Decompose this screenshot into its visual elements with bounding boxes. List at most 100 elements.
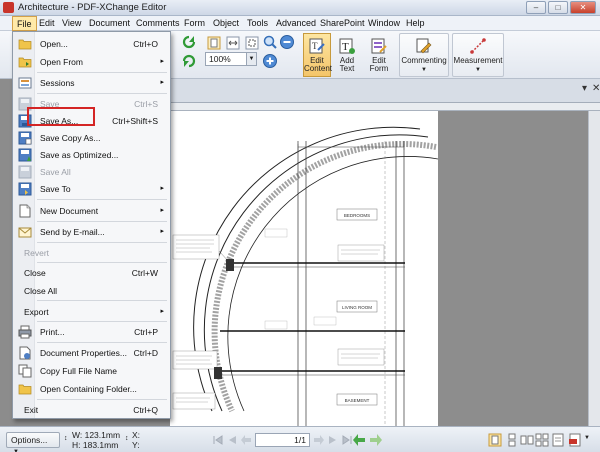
document-view[interactable]: BEDROOMS LIVING ROOM BASEMENT: [170, 111, 595, 426]
menu-window[interactable]: Window: [368, 18, 400, 28]
fit-page-status-icon[interactable]: [551, 433, 565, 447]
menu-item-sessions[interactable]: Sessions ▸: [14, 74, 170, 92]
menu-item-shortcut: Ctrl+O: [133, 39, 158, 49]
width-readout: W: 123.1mm: [72, 430, 121, 440]
menu-item-open[interactable]: Open... Ctrl+O: [14, 35, 170, 53]
zoom-in-icon[interactable]: [262, 53, 278, 69]
fit-page-icon[interactable]: [206, 35, 222, 51]
vertical-scrollbar[interactable]: [588, 111, 600, 426]
menu-sharepoint[interactable]: SharePoint: [320, 18, 365, 28]
commenting-dropdown-button[interactable]: Commenting ▼: [399, 33, 449, 77]
new-document-icon: [19, 204, 31, 218]
options-button[interactable]: Options... ▼: [6, 432, 60, 452]
menu-item-close[interactable]: Close Ctrl+W: [14, 264, 170, 282]
edit-content-icon: T: [309, 38, 325, 54]
next-page-icon[interactable]: [327, 434, 339, 446]
commenting-icon: [416, 38, 432, 54]
measurement-dropdown-button[interactable]: Measurement ▼: [452, 33, 504, 77]
menu-tools[interactable]: Tools: [247, 18, 268, 28]
sessions-icon: [18, 77, 32, 89]
menu-view[interactable]: View: [62, 18, 81, 28]
menu-separator: [37, 242, 167, 243]
menu-item-label: Send by E-mail...: [40, 227, 105, 237]
zoom-out-icon[interactable]: [279, 34, 295, 50]
menu-item-label: Open Containing Folder...: [40, 384, 137, 394]
menu-edit[interactable]: Edit: [39, 18, 55, 28]
close-document-icon[interactable]: ✕: [592, 83, 600, 94]
previous-page-icon[interactable]: [226, 434, 238, 446]
menu-help[interactable]: Help: [406, 18, 425, 28]
menu-item-new-document[interactable]: New Document ▸: [14, 202, 170, 220]
printer-icon: [18, 325, 32, 339]
menu-item-shortcut: Ctrl+S: [134, 99, 158, 109]
rotate-clockwise-icon[interactable]: [181, 34, 197, 50]
menu-item-document-properties[interactable]: Document Properties... Ctrl+D: [14, 344, 170, 362]
edit-form-label-2: Form: [369, 64, 389, 73]
continuous-facing-layout-icon[interactable]: [535, 433, 549, 447]
menu-item-close-all[interactable]: Close All: [14, 282, 170, 300]
page-total: /1: [298, 435, 306, 445]
menu-item-label: Close All: [24, 286, 58, 296]
menu-item-open-from[interactable]: Open From ▸: [14, 53, 170, 71]
options-label: Options...: [11, 435, 48, 445]
menu-form[interactable]: Form: [184, 18, 205, 28]
menu-separator: [37, 93, 167, 94]
resize-arrows-icon: ↕: [64, 435, 68, 442]
maximize-button[interactable]: □: [548, 1, 568, 14]
menu-item-save-all[interactable]: Save All: [14, 163, 170, 181]
menu-item-revert[interactable]: Revert: [14, 244, 170, 262]
menu-object[interactable]: Object: [213, 18, 239, 28]
zoom-level-select[interactable]: 100% ▼: [205, 52, 257, 66]
menu-advanced[interactable]: Advanced: [276, 18, 316, 28]
facing-layout-icon[interactable]: [520, 433, 534, 447]
menu-item-save-as-optimized[interactable]: Save as Optimized...: [14, 146, 170, 164]
rotate-counterclockwise-icon[interactable]: [181, 53, 197, 69]
menu-item-exit[interactable]: Exit Ctrl+Q: [14, 401, 170, 419]
menu-item-print[interactable]: Print... Ctrl+P: [14, 323, 170, 341]
menu-file[interactable]: File: [12, 16, 37, 31]
menu-comments[interactable]: Comments: [136, 18, 180, 28]
menu-item-shortcut: Ctrl+D: [133, 348, 158, 358]
status-bar: Options... ▼ ↕ W: 123.1mm H: 183.1mm ↕ X…: [0, 426, 600, 452]
menu-item-shortcut: Ctrl+Shift+S: [112, 116, 158, 126]
next-view-icon[interactable]: [369, 433, 383, 447]
page-number-input[interactable]: 1/1: [255, 433, 310, 447]
edit-content-button[interactable]: T Edit Content: [303, 33, 332, 77]
add-text-label-2: Text: [339, 64, 355, 73]
menu-item-copy-full-file-name[interactable]: Copy Full File Name: [14, 362, 170, 380]
zoom-tool-icon[interactable]: [262, 34, 278, 50]
continuous-layout-icon[interactable]: [505, 433, 519, 447]
tab-menu-chevron-icon[interactable]: ▾: [582, 83, 587, 94]
menu-item-save-copy-as[interactable]: Save Copy As...: [14, 129, 170, 147]
chevron-down-icon: ▼: [421, 67, 427, 73]
document-tab-strip: ▾ ✕: [170, 79, 600, 103]
close-window-button[interactable]: ✕: [570, 1, 596, 14]
pdf-document-icon[interactable]: [568, 433, 582, 447]
pdf-page: BEDROOMS LIVING ROOM BASEMENT: [170, 111, 439, 426]
open-from-folder-icon: [18, 57, 32, 68]
first-page-icon[interactable]: [212, 434, 224, 446]
previous-view-icon[interactable]: [352, 433, 366, 447]
fit-width-icon[interactable]: [225, 35, 241, 51]
menu-document[interactable]: Document: [89, 18, 130, 28]
fit-visible-icon[interactable]: [244, 35, 260, 51]
menu-item-label: Revert: [24, 248, 50, 258]
y-readout: Y:: [132, 440, 140, 450]
chevron-down-icon[interactable]: ▼: [584, 435, 590, 441]
menu-item-export[interactable]: Export ▸: [14, 303, 170, 321]
menu-item-label: New Document: [40, 206, 99, 216]
edit-form-button[interactable]: Edit Form: [365, 33, 393, 77]
minimize-button[interactable]: –: [526, 1, 546, 14]
menu-item-send-by-email[interactable]: Send by E-mail... ▸: [14, 223, 170, 241]
menu-separator: [37, 199, 167, 200]
add-text-button[interactable]: T Add Text: [333, 33, 361, 77]
single-page-layout-icon[interactable]: [488, 433, 502, 447]
menu-item-open-containing-folder[interactable]: Open Containing Folder...: [14, 380, 170, 398]
back-arrow-icon[interactable]: [240, 434, 252, 446]
menu-item-save-to[interactable]: Save To ▸: [14, 180, 170, 198]
measurement-icon: [470, 38, 486, 54]
menu-item-arrow: ▸: [160, 308, 164, 315]
forward-arrow-icon[interactable]: [313, 434, 325, 446]
menu-item-label: Close: [24, 268, 46, 278]
menu-item-arrow: ▸: [160, 79, 164, 86]
